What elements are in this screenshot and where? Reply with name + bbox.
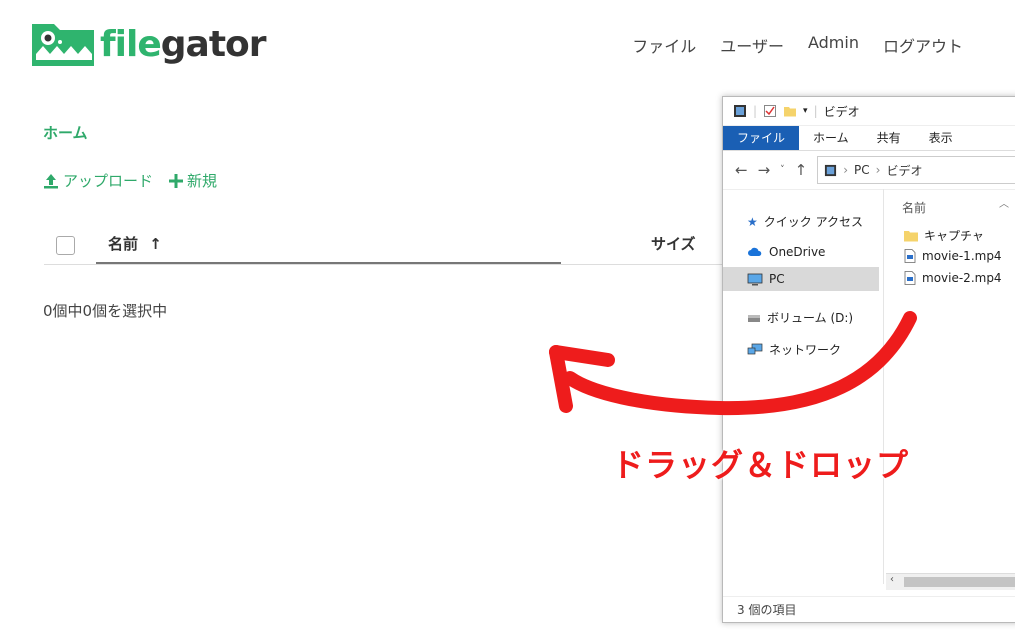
action-bar: アップロード 新規 [43,170,217,191]
nav-logout[interactable]: ログアウト [883,33,963,57]
file-item-folder[interactable]: キャプチャ [904,227,984,244]
back-arrow-icon[interactable]: ← [735,161,748,179]
nav-volume-d[interactable]: ボリューム (D:) [747,309,853,326]
new-folder-icon[interactable] [783,104,797,118]
nav-quick-access-label: クイック アクセス [763,215,863,229]
app-logo[interactable]: filegator [30,20,267,68]
path-pc[interactable]: PC [854,163,870,177]
explorer-ribbon: ファイル ホーム 共有 表示 [723,126,1015,151]
horizontal-scrollbar[interactable]: ‹ [886,573,1015,590]
new-label: 新規 [187,172,218,190]
scrollbar-thumb[interactable] [904,577,1015,587]
path-separator-icon: › [843,163,849,177]
nav-pc[interactable]: PC [723,267,879,291]
explorer-title: ビデオ [823,104,860,119]
sort-chevron-up-icon[interactable]: ︿ [999,195,1009,210]
ribbon-tab-share[interactable]: 共有 [863,126,915,150]
selection-info: 0個中0個を選択中 [43,302,168,320]
nav-pc-label: PC [769,272,785,286]
drag-drop-annotation: ドラッグ＆ドロップ [612,446,910,484]
ribbon-tab-view[interactable]: 表示 [915,126,967,150]
drive-icon [748,314,760,322]
file-item-movie[interactable]: movie-2.mp4 [904,271,1002,285]
explorer-titlebar: | ▾ | ビデオ [723,97,1015,126]
sort-ascending-icon: ↑ [149,235,162,253]
column-name-label: 名前 [108,235,139,253]
cloud-icon [748,247,762,256]
nav-quick-access[interactable]: ★ クイック アクセス [747,213,863,230]
nav-network[interactable]: ネットワーク [747,341,841,358]
film-icon [734,105,746,117]
file-item-label: キャプチャ [924,229,984,243]
file-table-header: 名前 ↑ サイズ [44,228,724,265]
monitor-icon [747,273,763,285]
star-icon: ★ [747,214,758,229]
upload-label: アップロード [63,172,154,190]
path-videos[interactable]: ビデオ [886,162,922,179]
nav-files[interactable]: ファイル [632,33,696,57]
top-nav: ファイル ユーザー Admin ログアウト [632,33,963,57]
explorer-file-list: 名前 ︿ キャプチャ movie-1.mp4 movie-2.mp4 [886,189,1015,584]
recent-dropdown-icon[interactable]: ˅ [780,165,785,175]
explorer-window: | ▾ | ビデオ ファイル ホーム 共有 表示 ← → ˅ ↑ › PC › [722,96,1015,623]
upload-button[interactable]: アップロード [43,170,153,191]
upload-icon [44,173,58,188]
path-separator-icon: › [875,163,881,177]
nav-network-label: ネットワーク [769,343,842,357]
quick-access-toolbar-dropdown-icon[interactable]: ▾ [803,106,808,116]
address-bar[interactable]: › PC › ビデオ [817,156,1015,184]
folder-icon [904,230,918,241]
file-item-label: movie-1.mp4 [922,249,1002,263]
up-arrow-icon[interactable]: ↑ [795,161,808,179]
video-file-icon [904,249,916,263]
explorer-status-bar: 3 個の項目 [723,596,1015,622]
item-count: 3 個の項目 [737,603,797,617]
explorer-address-row: ← → ˅ ↑ › PC › ビデオ [723,151,1015,190]
ribbon-tab-home[interactable]: ホーム [799,126,863,150]
gator-logo-icon [32,24,94,66]
file-item-movie[interactable]: movie-1.mp4 [904,249,1002,263]
new-button[interactable]: 新規 [169,170,217,191]
logo-text: filegator [100,23,267,65]
plus-icon [169,173,184,188]
select-all-checkbox[interactable] [56,236,75,255]
nav-onedrive-label: OneDrive [769,245,826,259]
nav-volume-d-label: ボリューム (D:) [767,311,854,325]
nav-users[interactable]: ユーザー [720,33,784,57]
forward-arrow-icon[interactable]: → [758,161,771,179]
video-file-icon [904,271,916,285]
film-icon [825,164,837,176]
column-header-name[interactable]: 名前 ↑ [96,228,561,264]
logo-text-file: file [100,23,162,65]
nav-onedrive[interactable]: OneDrive [747,245,825,259]
column-header-size[interactable]: サイズ [651,228,696,260]
file-item-label: movie-2.mp4 [922,271,1002,285]
ribbon-tab-file[interactable]: ファイル [723,126,800,150]
scroll-left-icon[interactable]: ‹ [890,574,894,585]
properties-icon[interactable] [763,104,777,118]
column-header-name[interactable]: 名前 [902,199,926,216]
breadcrumb-home[interactable]: ホーム [43,122,88,143]
network-icon [747,343,763,354]
nav-admin[interactable]: Admin [808,33,859,57]
explorer-nav-pane: ★ クイック アクセス OneDrive PC ボリューム (D:) ネットワー… [723,189,884,584]
logo-text-gator: gator [160,23,267,65]
